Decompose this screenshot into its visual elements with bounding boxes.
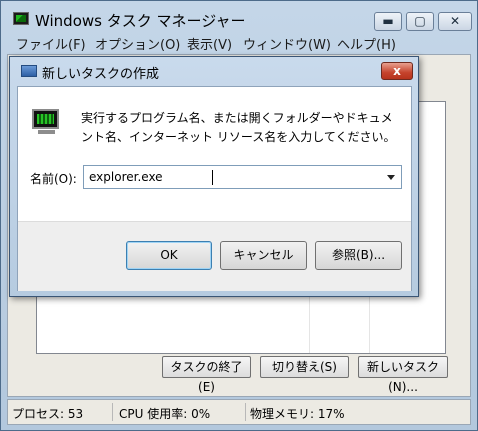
monitor-icon-stand	[38, 130, 55, 134]
maximize-button[interactable]: ▢	[406, 12, 434, 31]
task-manager-app-icon	[13, 12, 29, 25]
run-window-icon	[21, 65, 37, 77]
dialog-close-button[interactable]: x	[381, 62, 413, 80]
status-cpu: CPU 使用率: 0%	[119, 407, 211, 421]
menu-options[interactable]: オプション(O)	[95, 34, 180, 53]
menu-bar: ファイル(F) オプション(O) 表示(V) ウィンドウ(W) ヘルプ(H)	[7, 32, 473, 53]
menu-view[interactable]: 表示(V)	[187, 34, 232, 53]
cancel-button[interactable]: キャンセル	[220, 241, 307, 270]
browse-button[interactable]: 参照(B)...	[315, 241, 402, 270]
name-combobox[interactable]: explorer.exe	[83, 165, 402, 189]
dialog-title-bar[interactable]: 新しいタスクの作成 x	[10, 57, 418, 84]
ok-button[interactable]: OK	[126, 241, 212, 270]
name-input[interactable]: explorer.exe	[89, 170, 163, 184]
task-manager-title-bar[interactable]: Windows タスク マネージャー ▬ ▢ ✕	[7, 5, 473, 31]
minimize-button[interactable]: ▬	[374, 12, 402, 31]
text-cursor	[212, 170, 213, 185]
menu-file[interactable]: ファイル(F)	[16, 34, 86, 53]
name-label: 名前(O):	[30, 172, 77, 186]
status-divider	[245, 403, 246, 421]
program-icon	[32, 109, 63, 135]
status-divider	[112, 403, 113, 421]
close-button[interactable]: ✕	[438, 12, 472, 31]
status-processes: プロセス: 53	[12, 407, 84, 421]
switch-to-button[interactable]: 切り替え(S)	[260, 356, 349, 378]
dialog-title: 新しいタスクの作成	[42, 67, 160, 82]
task-manager-title: Windows タスク マネージャー	[35, 12, 246, 30]
monitor-icon-screen	[32, 109, 59, 129]
status-memory: 物理メモリ: 17%	[250, 407, 345, 421]
create-new-task-dialog: 新しいタスクの作成 x 実行するプログラム名、または開くフォルダーやドキュメント…	[9, 56, 419, 297]
end-task-button[interactable]: タスクの終了(E)	[162, 356, 251, 394]
new-task-button[interactable]: 新しいタスク(N)...	[358, 356, 448, 394]
menu-window[interactable]: ウィンドウ(W)	[243, 34, 331, 53]
status-bar: プロセス: 53 CPU 使用率: 0% 物理メモリ: 17%	[7, 399, 471, 425]
dropdown-arrow-icon[interactable]	[387, 175, 395, 180]
menu-help[interactable]: ヘルプ(H)	[337, 34, 396, 53]
dialog-description: 実行するプログラム名、または開くフォルダーやドキュメント名、インターネット リソ…	[81, 111, 396, 144]
